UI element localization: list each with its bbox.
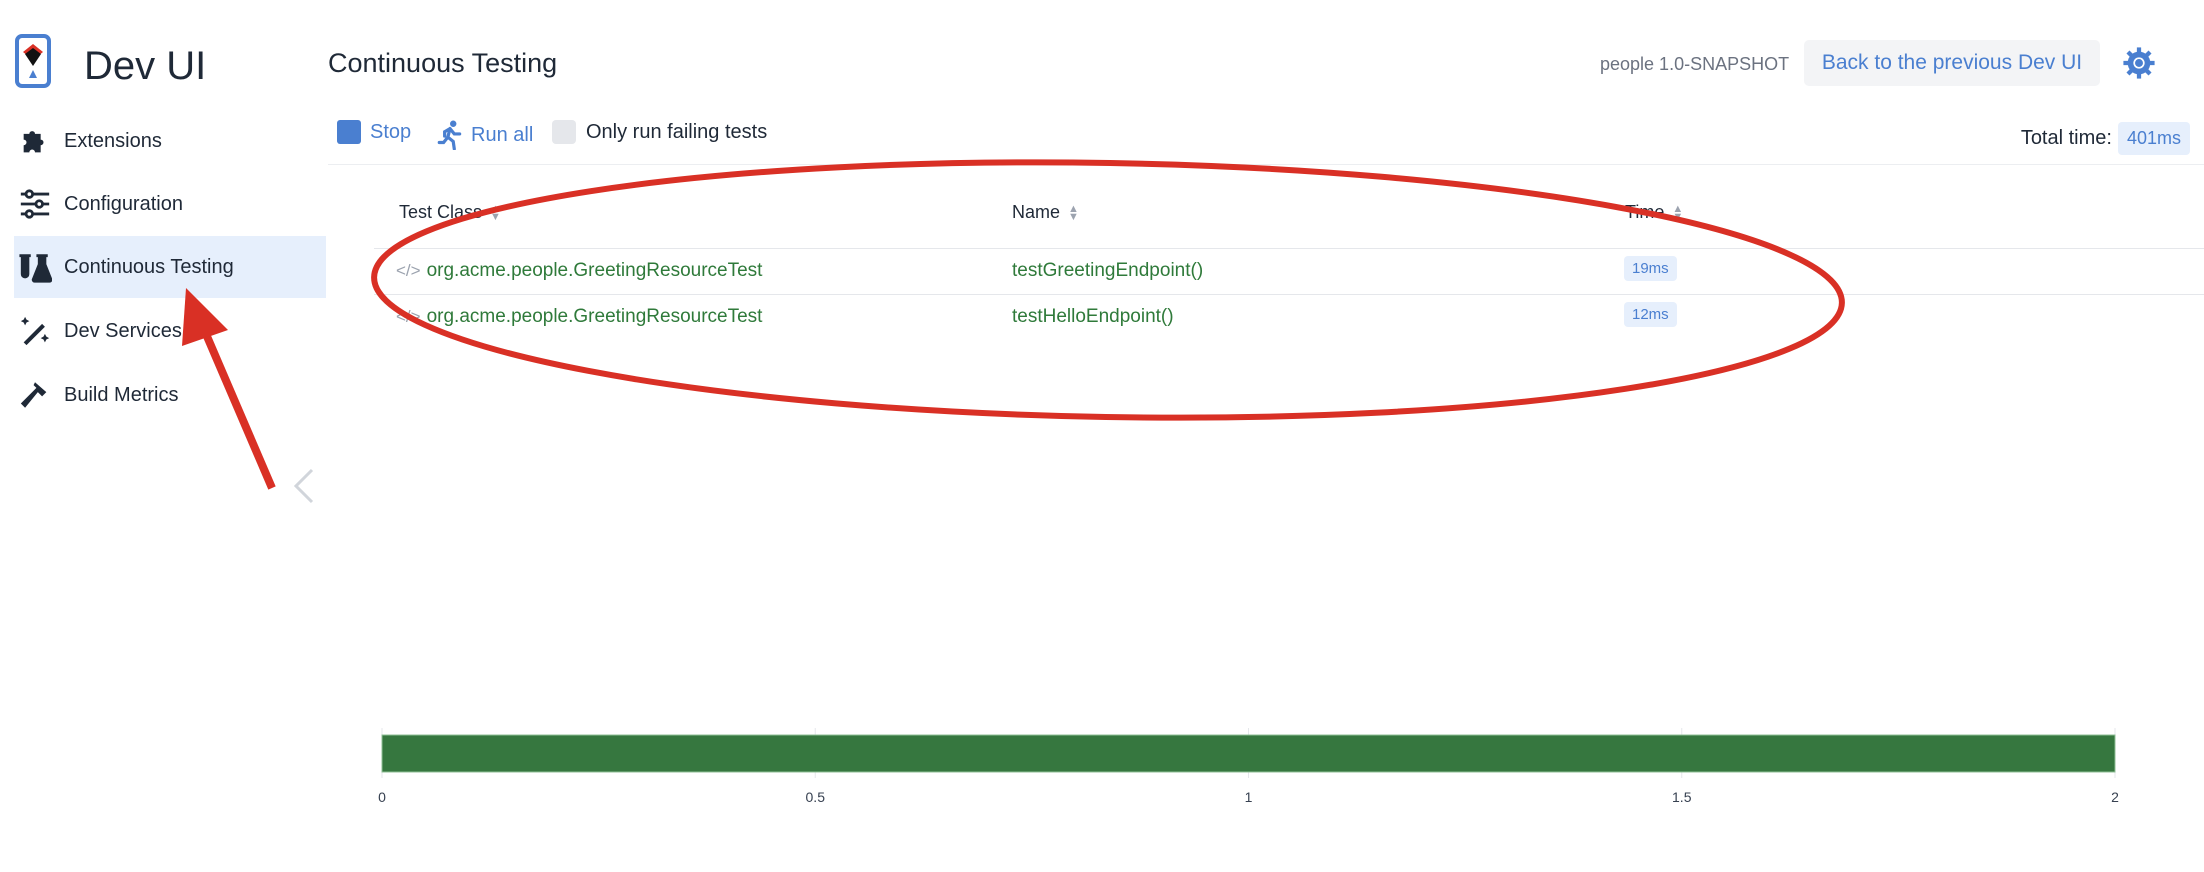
back-to-previous-dev-ui-button[interactable]: Back to the previous Dev UI [1804,40,2100,86]
app-version: people 1.0-SNAPSHOT [1600,54,1790,74]
total-time: Total time: 401ms [2021,122,2190,155]
brand-title: Dev UI [84,44,207,88]
stop-label: Stop [370,120,412,143]
gear-icon[interactable] [2122,46,2156,80]
x-tick-label: 0 [378,789,386,805]
x-tick-label: 2 [2111,789,2119,805]
row-divider [374,248,2204,249]
collapse-sidebar-chevron-icon[interactable] [292,466,316,506]
sort-icon: ▲ ▼ [1068,202,1079,223]
time-badge: 19ms [1624,256,1677,281]
run-all-label: Run all [471,123,534,146]
magic-wand-icon [20,316,50,346]
sort-icon: ▲ ▼ [1672,202,1684,223]
page-title: Continuous Testing [328,48,558,78]
header-label: Time [1625,202,1665,222]
x-tick-label: 1.5 [1672,789,1692,805]
sidebar-item-continuous-testing[interactable]: Continuous Testing [14,236,326,298]
annotation-ellipse [371,159,1845,421]
quarkus-logo [15,34,51,88]
running-person-icon [437,120,462,150]
stop-button[interactable]: Stop [337,120,411,144]
test-name: testHelloEndpoint() [1012,306,1174,327]
divider [328,164,2204,165]
test-class: org.acme.people.GreetingResourceTest [426,260,763,281]
column-header-name[interactable]: Name ▲ ▼ [1012,202,1079,223]
total-time-label: Total time: [2020,127,2112,149]
code-icon: </> [396,307,421,326]
only-failing-label: Only run failing tests [586,120,768,143]
test-class: org.acme.people.GreetingResourceTest [426,306,763,327]
bar [381,734,2116,773]
sort-icon: ▲ ▼ [490,202,501,223]
sidebar-item-label: Extensions [64,129,162,152]
test-name: testGreetingEndpoint() [1012,260,1204,281]
sidebar-item-label: Build Metrics [64,383,179,406]
flask-icon [19,254,52,283]
sidebar-item-label: Dev Services [64,319,182,342]
sidebar-item-configuration[interactable]: Configuration [14,173,326,235]
x-tick-label: 0.5 [806,789,826,805]
checkbox[interactable] [552,120,576,144]
sliders-icon [20,189,50,219]
header-label: Test Class [399,202,483,222]
sidebar-item-extensions[interactable]: Extensions [14,110,326,172]
header-label: Name [1012,202,1061,222]
hammer-icon [20,382,47,408]
run-all-button[interactable]: Run all [437,120,533,150]
puzzle-icon [23,131,44,153]
total-time-badge: 401ms [2117,122,2190,155]
code-icon: </> [396,261,421,280]
x-tick-label: 1 [1245,789,1253,805]
sidebar-item-dev-services[interactable]: Dev Services [14,300,326,362]
sidebar-item-label: Configuration [64,192,183,215]
stop-icon [337,120,361,144]
row-divider [374,294,2204,295]
sidebar-item-label: Continuous Testing [64,255,234,278]
column-header-test-class[interactable]: Test Class ▲ ▼ [399,202,501,223]
column-header-time[interactable]: Time ▲ ▼ [1625,202,1683,223]
sidebar-item-build-metrics[interactable]: Build Metrics [14,364,326,426]
only-run-failing-tests-checkbox[interactable]: Only run failing tests [552,120,767,144]
time-badge: 12ms [1624,302,1677,327]
results-chart: 0 0.5 1 1.5 2 [378,728,2119,805]
